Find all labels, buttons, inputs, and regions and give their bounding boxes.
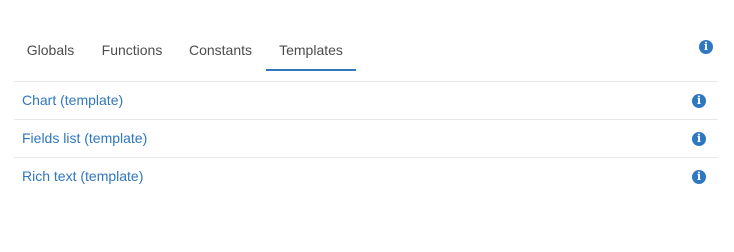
tab-templates[interactable]: Templates	[266, 32, 356, 71]
list-item[interactable]: Fields list (template) i	[14, 120, 718, 158]
template-label[interactable]: Rich text (template)	[22, 158, 143, 195]
info-icon[interactable]: i	[699, 40, 713, 54]
template-list: Chart (template) i Fields list (template…	[14, 82, 718, 195]
tab-constants[interactable]: Constants	[176, 32, 265, 69]
list-item[interactable]: Chart (template) i	[14, 82, 718, 120]
info-icon[interactable]: i	[692, 94, 706, 108]
list-item[interactable]: Rich text (template) i	[14, 158, 718, 195]
template-label[interactable]: Fields list (template)	[22, 120, 147, 157]
info-icon[interactable]: i	[692, 170, 706, 184]
info-icon[interactable]: i	[692, 132, 706, 146]
tab-globals[interactable]: Globals	[14, 32, 87, 69]
tab-bar: Globals Functions Constants Templates	[14, 32, 718, 82]
tab-functions[interactable]: Functions	[88, 32, 176, 69]
template-label[interactable]: Chart (template)	[22, 82, 123, 119]
